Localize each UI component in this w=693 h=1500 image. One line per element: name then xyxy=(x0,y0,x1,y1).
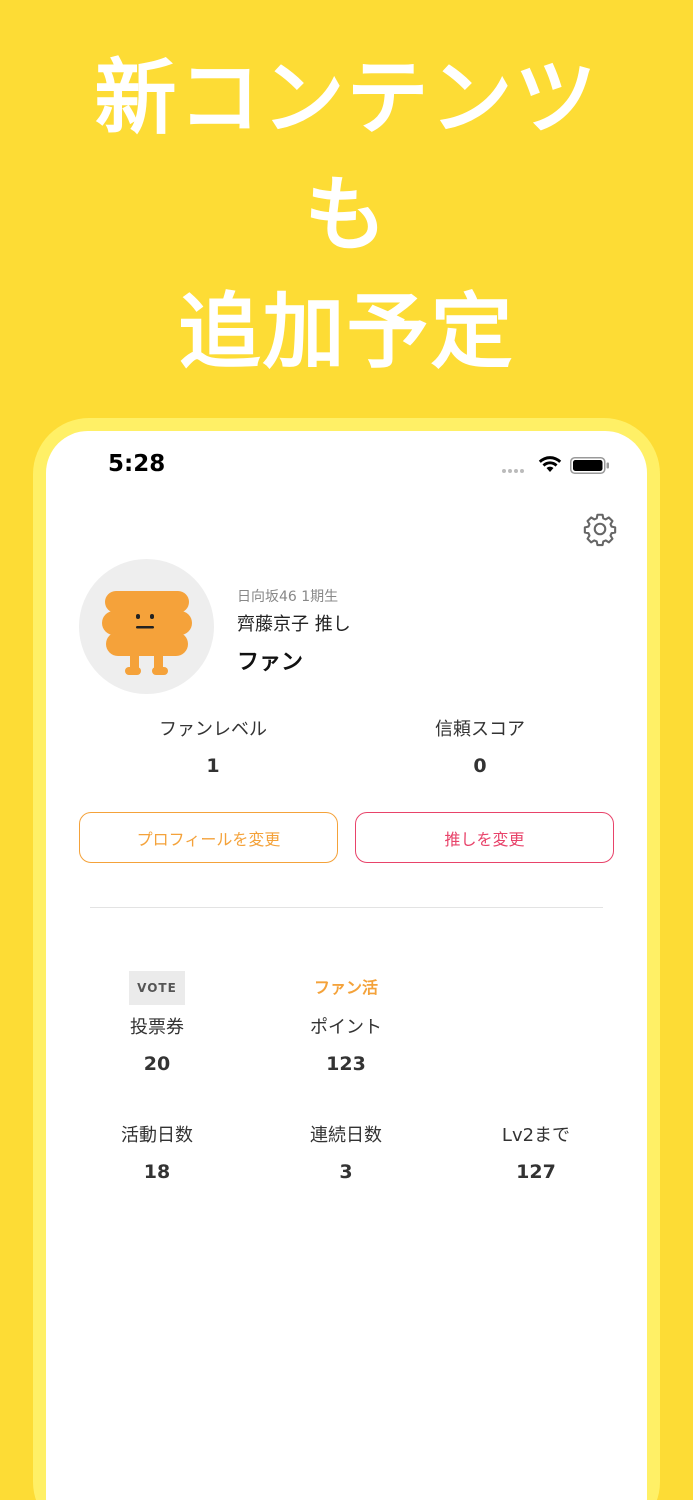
battery-icon xyxy=(570,457,609,474)
divider xyxy=(90,907,603,908)
vote-ticket-value: 20 xyxy=(143,1053,171,1075)
next-level-value: 127 xyxy=(516,1161,556,1183)
streak-days-value: 3 xyxy=(339,1161,353,1183)
fan-level-label: ファンレベル xyxy=(159,719,267,740)
gear-icon[interactable] xyxy=(582,511,618,547)
group-label: 日向坂46 1期生 xyxy=(237,589,339,605)
status-time: 5:28 xyxy=(108,451,166,477)
activity-days-label: 活動日数 xyxy=(121,1125,193,1146)
activity-days-value: 18 xyxy=(143,1161,171,1183)
activity-days-stat: 活動日数 18 xyxy=(87,1121,227,1183)
rank-label: ファン xyxy=(237,650,304,675)
next-level-stat: Lv2まで 127 xyxy=(466,1121,606,1183)
headline-line-1: 新コンテンツ xyxy=(94,51,599,146)
fan-level-value: 1 xyxy=(206,755,220,777)
trust-score-value: 0 xyxy=(473,755,487,777)
streak-days-label: 連続日数 xyxy=(310,1125,382,1146)
change-oshi-button[interactable]: 推しを変更 xyxy=(355,812,614,863)
fan-level-stat: ファンレベル 1 xyxy=(93,715,333,777)
profile-info: 日向坂46 1期生 齊藤京子 推し ファン xyxy=(237,586,351,676)
wifi-icon xyxy=(538,456,562,472)
character-avatar xyxy=(102,591,192,675)
streak-days-stat: 連続日数 3 xyxy=(276,1121,416,1183)
next-level-label: Lv2まで xyxy=(501,1125,571,1146)
points-label: ポイント xyxy=(310,1017,382,1038)
vote-ticket-stat: VOTE 投票券 20 xyxy=(87,971,227,1075)
phone-screen: 5:28 日向坂46 1期生 齊藤京子 推し ファン ファンレベル 1 信頼スコ… xyxy=(46,431,647,1500)
trust-score-stat: 信頼スコア 0 xyxy=(360,715,600,777)
headline-line-3: 追加予定 xyxy=(178,285,515,380)
vote-ticket-label: 投票券 xyxy=(130,1017,184,1038)
promo-headline: 新コンテンツ も 追加予定 xyxy=(0,40,693,391)
signal-icon xyxy=(502,469,524,473)
headline-line-2: も xyxy=(304,168,389,263)
avatar[interactable] xyxy=(79,559,214,694)
vote-badge: VOTE xyxy=(129,971,185,1005)
points-stat: ファン活 ポイント 123 xyxy=(276,971,416,1075)
points-value: 123 xyxy=(326,1053,366,1075)
oshi-label: 齊藤京子 推し xyxy=(237,614,351,635)
fankatsu-badge: ファン活 xyxy=(313,978,378,997)
change-profile-button[interactable]: プロフィールを変更 xyxy=(79,812,338,863)
trust-score-label: 信頼スコア xyxy=(435,719,525,740)
status-bar: 5:28 xyxy=(46,431,647,491)
